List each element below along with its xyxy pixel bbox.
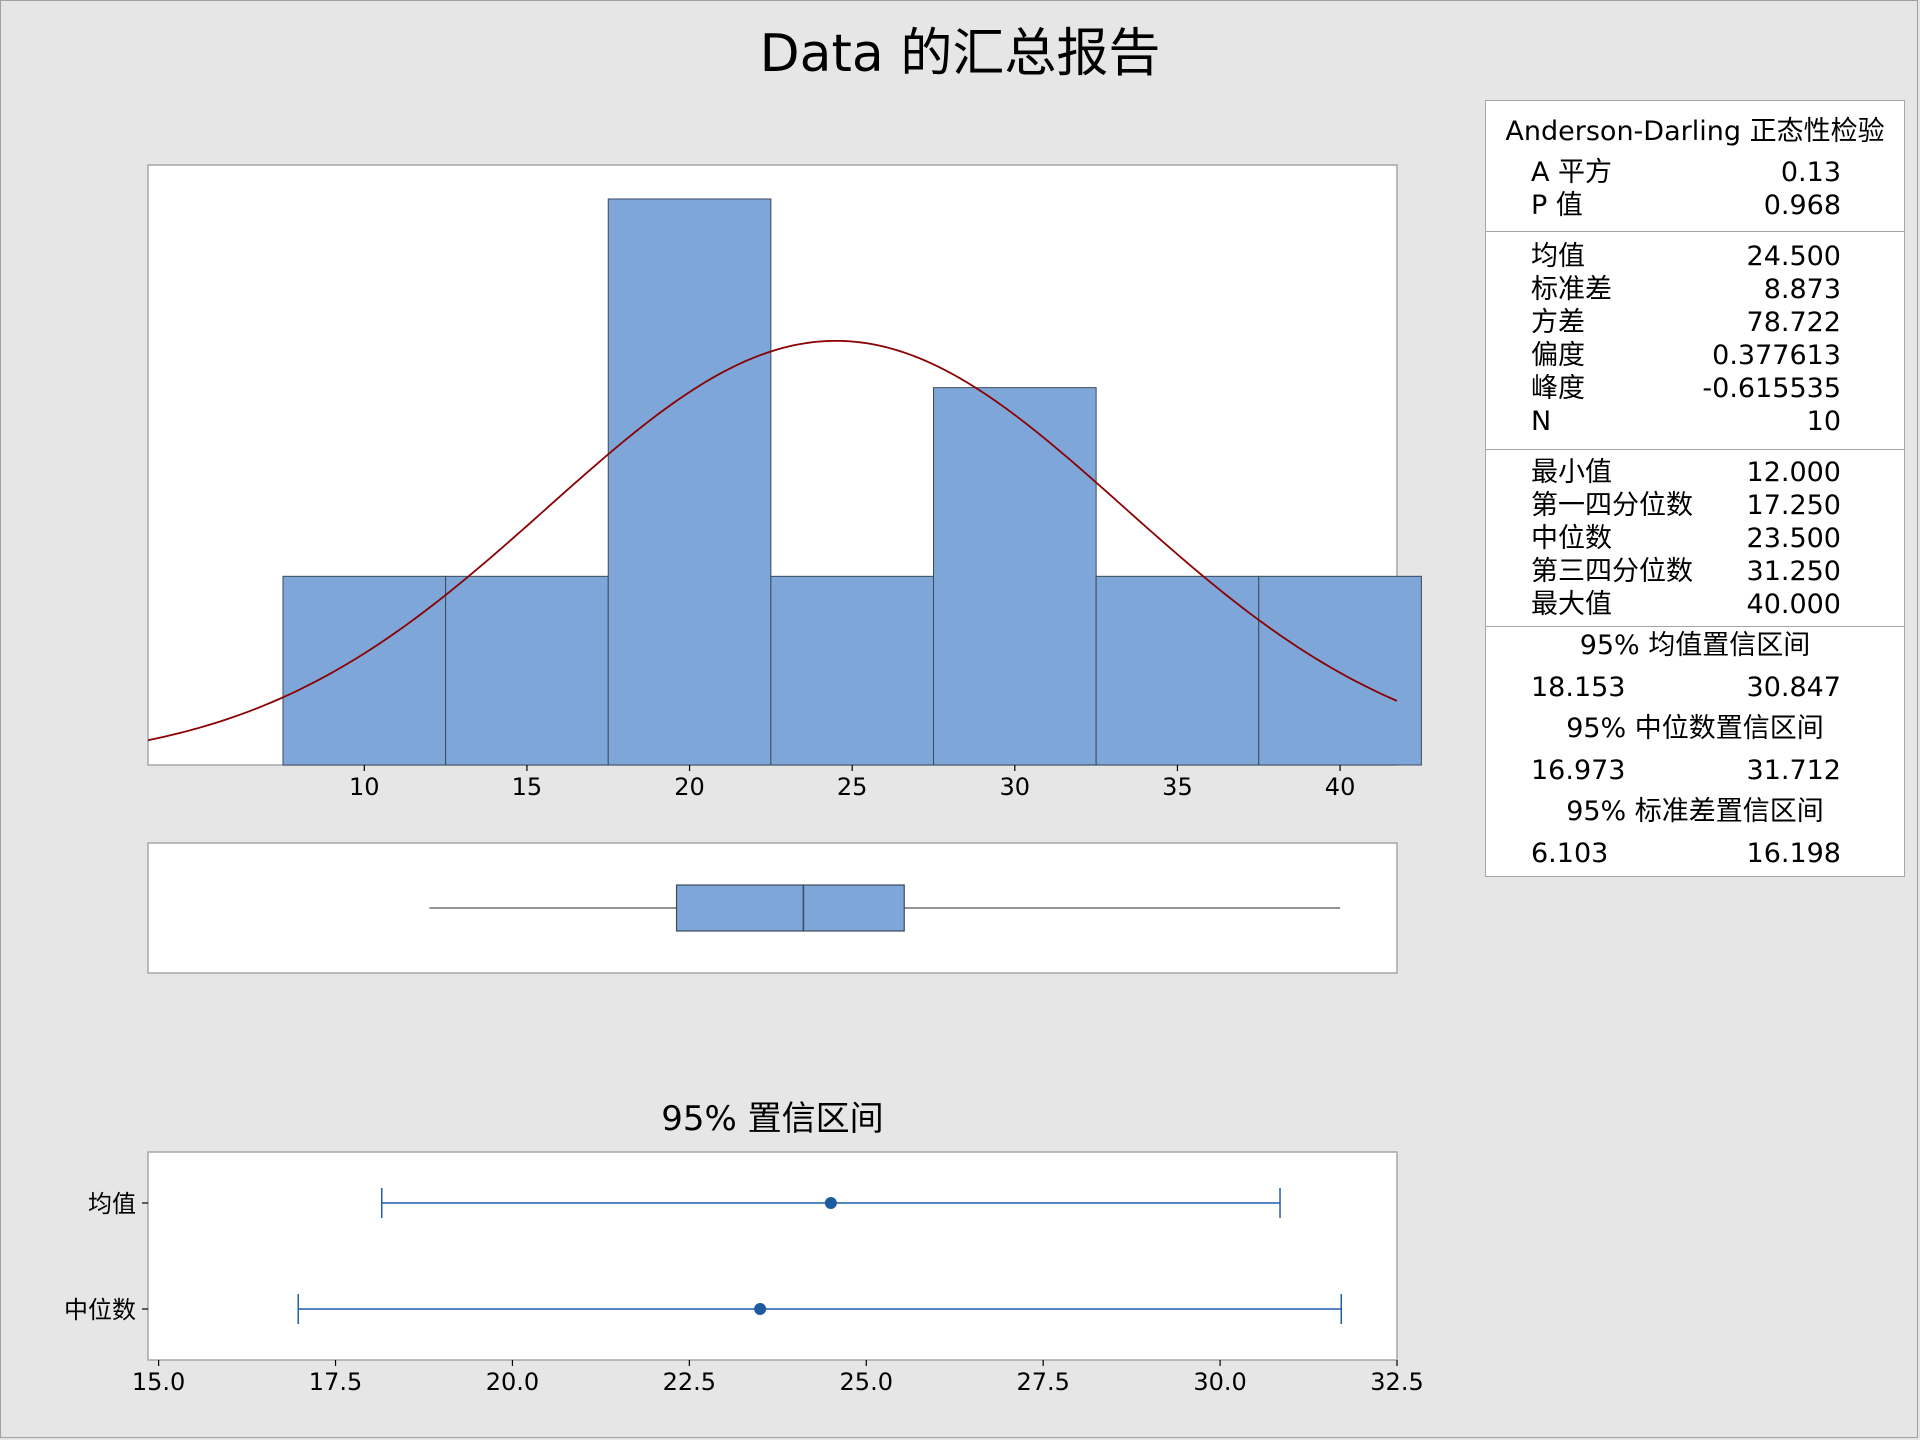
stat-value: 24.500 [1746,241,1841,272]
ci-block-title: 95% 中位数置信区间 [1566,713,1824,744]
ci-block-values: 18.153 30.847 [1531,672,1841,704]
stat-label: P 值 [1531,190,1583,221]
histogram-bar [1095,575,1260,766]
stat-value: 31.250 [1746,556,1841,587]
moment-stat-row: 偏度 0.377613 [1531,340,1841,372]
stat-label: 16.973 [1531,755,1626,786]
quantile-stat-row: 第一四分位数 17.250 [1531,490,1841,522]
histogram-bar [770,575,935,766]
x-tick-label: 15.0 [132,1368,185,1396]
ci-block-title: 95% 标准差置信区间 [1566,796,1824,827]
x-tick-label: 17.5 [309,1368,362,1396]
moment-stat-row: 峰度 -0.615535 [1531,373,1841,405]
x-tick-label: 35 [1162,773,1193,801]
moment-stat-row: 方差 78.722 [1531,307,1841,339]
x-tick-label: 27.5 [1016,1368,1069,1396]
stat-label: 均值 [1531,241,1585,272]
stat-label: 偏度 [1531,340,1585,371]
quantile-stat-row: 第三四分位数 31.250 [1531,556,1841,588]
ci-category-label: 中位数 [64,1296,136,1324]
moment-stat-row: 标准差 8.873 [1531,274,1841,306]
quantile-stat-row: 中位数 23.500 [1531,523,1841,555]
x-tick-label: 25.0 [840,1368,893,1396]
x-tick-label: 30 [1000,773,1031,801]
stat-label: 18.153 [1531,672,1626,703]
ci-block-values: 6.103 16.198 [1531,838,1841,870]
x-tick-label: 20.0 [486,1368,539,1396]
histogram-bar [933,387,1097,766]
boxplot-chart [147,842,1398,974]
confidence-interval-chart: 95% 置信区间均值中位数 15.0 17.5 20.0 22.5 25.0 27.5 30.… [64,1099,1424,1396]
stat-label: 标准差 [1531,274,1612,305]
ci-estimate-point [824,1197,837,1209]
stats-panel: Anderson-Darling 正态性检验 A 平方 0.13 P 值 0.968 … [1485,100,1905,877]
x-tick-label: 25 [837,773,868,801]
stat-label: 6.103 [1531,838,1609,869]
stat-value: 40.000 [1746,589,1841,620]
ci-chart-title: 95% 置信区间 [661,1099,883,1139]
quantile-stat-row: 最小值 12.000 [1531,457,1841,489]
histogram-bar [445,575,609,766]
histogram-bar [607,198,772,766]
stat-label: A 平方 [1531,157,1613,188]
stat-value: -0.615535 [1702,373,1841,404]
stat-label: 最大值 [1531,589,1612,620]
quantile-stat-row: 最大值 40.000 [1531,589,1841,621]
stat-value: 23.500 [1746,523,1841,554]
ci-estimate-point [754,1303,767,1315]
stats-divider [1486,231,1904,232]
stat-value: 0.377613 [1712,340,1841,371]
histogram-bar [1258,575,1422,766]
stat-label: 方差 [1531,307,1585,338]
stat-value: 8.873 [1763,274,1841,305]
ad-stat-row: A 平方 0.13 [1531,157,1841,189]
stat-value: 0.13 [1780,157,1841,188]
stat-value: 17.250 [1746,490,1841,521]
x-tick-label: 32.5 [1370,1368,1423,1396]
ci-block-values: 16.973 31.712 [1531,755,1841,787]
x-tick-label: 20 [674,773,705,801]
x-tick-label: 15 [512,773,543,801]
x-tick-label: 22.5 [663,1368,716,1396]
stats-divider [1486,449,1904,450]
stat-value: 78.722 [1746,307,1841,338]
stat-label: 中位数 [1531,523,1612,554]
moment-stat-row: N 10 [1531,406,1841,438]
ad-test-title: Anderson-Darling 正态性检验 [1505,116,1885,147]
ci-block-title: 95% 均值置信区间 [1579,630,1811,661]
stat-value: 10 [1806,406,1841,437]
ad-stat-row: P 值 0.968 [1531,190,1841,222]
moment-stat-row: 均值 24.500 [1531,241,1841,273]
stat-value: 16.198 [1746,838,1841,869]
stats-divider [1486,626,1904,627]
stat-value: 12.000 [1746,457,1841,488]
stat-value: 0.968 [1763,190,1841,221]
x-tick-label: 40 [1325,773,1356,801]
x-tick-label: 10 [349,773,380,801]
stat-label: 第三四分位数 [1531,556,1693,587]
stat-label: 峰度 [1531,373,1585,404]
stat-label: N [1531,406,1552,437]
stat-label: 第一四分位数 [1531,490,1693,521]
histogram-bar [282,575,447,766]
ci-category-label: 均值 [88,1190,136,1218]
stat-label: 最小值 [1531,457,1612,488]
x-tick-label: 30.0 [1193,1368,1246,1396]
ci-panel [147,1151,1398,1361]
boxplot-box [675,884,905,932]
histogram-chart: 10 15 20 25 30 35 40 [147,164,1422,801]
stat-value: 30.847 [1746,672,1841,703]
stat-value: 31.712 [1746,755,1841,786]
